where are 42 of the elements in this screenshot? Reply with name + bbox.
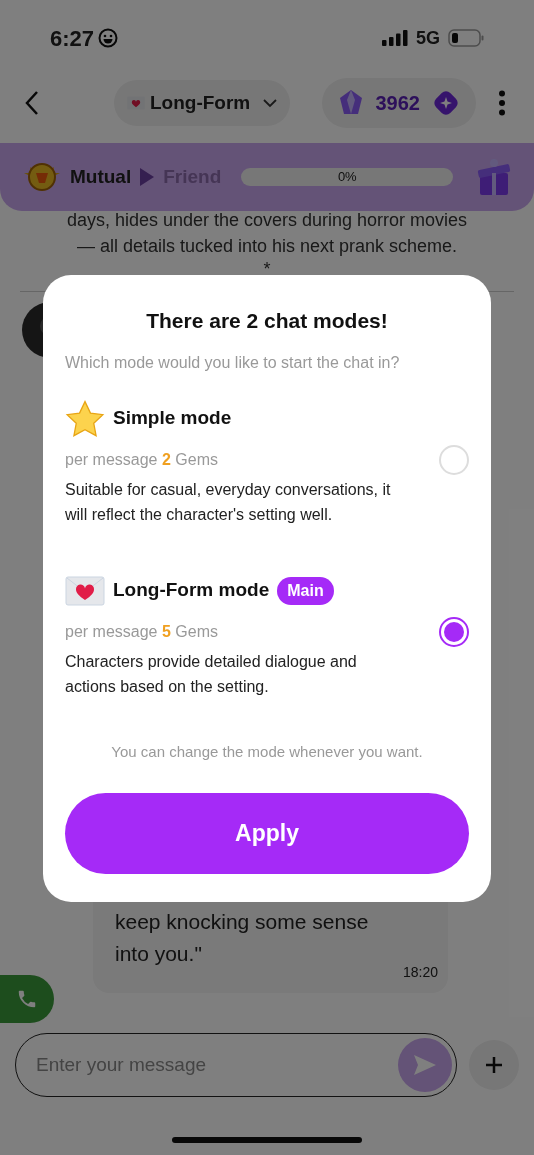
relationship-level: Mutual — [70, 164, 132, 189]
heart-envelope-icon — [65, 575, 105, 606]
smiley-icon — [98, 28, 119, 48]
add-button[interactable] — [469, 1040, 519, 1090]
progress-reading: 0% — [336, 168, 358, 186]
gem-count: 3962 — [375, 91, 420, 116]
plus-icon — [485, 1056, 503, 1074]
status-time: 6:27 — [50, 24, 95, 53]
star-icon — [65, 399, 105, 438]
back-icon[interactable] — [24, 90, 40, 116]
mode-description: Characters provide detailed dialogue and actions based on the setting. — [65, 651, 358, 697]
battery-icon — [448, 29, 484, 47]
mode-selector[interactable]: Long-Form — [114, 80, 291, 126]
dialog-title: There are 2 chat modes! — [145, 308, 389, 334]
mode-description: Suitable for casual, everyday conversations, it will reflect the character's setting well. — [65, 479, 392, 525]
apply-button[interactable]: Apply — [65, 793, 469, 874]
cost-text: per message 2 Gems — [65, 449, 218, 470]
cost-text: per message 5 Gems — [65, 621, 218, 642]
dialog-subtitle: Which mode would you like to start the chat in? — [65, 352, 401, 373]
more-icon[interactable] — [498, 90, 506, 116]
phone-icon — [16, 988, 38, 1010]
dialog-note: You can change the mode whenever you want. — [110, 741, 424, 762]
message-text: keep knocking some sense — [115, 909, 370, 935]
gift-icon[interactable] — [476, 157, 512, 197]
main-badge: Main — [277, 576, 334, 605]
gem-balance[interactable]: 3962 — [321, 78, 476, 128]
mode-radio[interactable] — [439, 616, 469, 647]
message-time: 18:20 — [402, 963, 438, 982]
message-field[interactable]: Enter your message — [36, 1050, 398, 1080]
network-label: 5G — [416, 26, 440, 50]
mode-name: Long-Form mode — [113, 578, 270, 603]
send-icon — [412, 1053, 438, 1077]
narration-text: days, hides under the covers during horror movies — [66, 209, 468, 232]
play-icon — [139, 167, 156, 187]
signal-icon — [382, 30, 408, 46]
narration-text: * — [263, 259, 271, 279]
call-button[interactable] — [0, 975, 54, 1023]
chevron-down-icon — [262, 98, 279, 108]
gem-icon — [337, 89, 364, 117]
message-text: into you." — [115, 941, 203, 967]
narration-text: — all details tucked into his next prank scheme. — [76, 235, 458, 258]
mode-name: Simple mode — [113, 406, 232, 431]
